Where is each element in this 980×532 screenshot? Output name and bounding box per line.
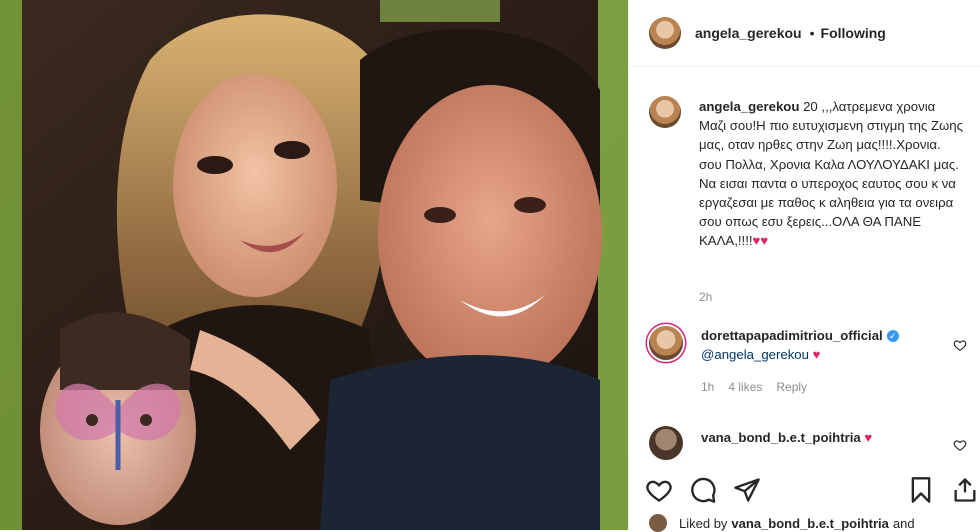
family-photo-image	[0, 0, 628, 530]
caption-body: 20 ,,,λατρεμενα χρονια Μαζι σου!Η πιο ευ…	[699, 99, 963, 249]
separator-dot: •	[809, 25, 815, 41]
liked-by: Liked by vana_bond_b.e.t_poihtria and	[649, 514, 915, 532]
comment-username[interactable]: vana_bond_b.e.t_poihtria	[701, 430, 861, 445]
instagram-post: angela_gerekou • Following angela_gereko…	[0, 0, 980, 532]
post-photo[interactable]	[0, 0, 628, 530]
comment-item: vana_bond_b.e.t_poihtria ♥	[649, 426, 967, 460]
comment-avatar[interactable]	[649, 426, 683, 460]
comment-heart: ♥	[812, 347, 821, 362]
comment-username[interactable]: dorettapapadimitriou_official	[701, 328, 883, 343]
caption-text: angela_gerekou 20 ,,,λατρεμενα χρονια Μα…	[699, 97, 964, 251]
comment-item: dorettapapadimitriou_official ✓ @angela_g…	[649, 326, 967, 397]
comment-icon[interactable]	[689, 476, 717, 504]
caption-avatar[interactable]	[649, 96, 681, 128]
like-icon[interactable]	[953, 338, 967, 352]
share-icon[interactable]	[951, 476, 979, 504]
comment-body: vana_bond_b.e.t_poihtria ♥	[701, 428, 953, 460]
caption-timestamp[interactable]: 2h	[699, 290, 712, 304]
caption-username[interactable]: angela_gerekou	[699, 99, 799, 114]
comment-timestamp[interactable]: 1h	[701, 380, 714, 394]
liked-by-prefix: Liked by	[679, 515, 728, 531]
post-sidebar: angela_gerekou • Following angela_gereko…	[628, 0, 980, 532]
comment-heart: ♥	[864, 430, 873, 445]
following-button[interactable]: Following	[821, 25, 886, 41]
liked-by-user[interactable]: vana_bond_b.e.t_poihtria	[731, 516, 888, 531]
heart-icon[interactable]	[645, 476, 673, 504]
liker-avatar[interactable]	[649, 514, 667, 532]
comment-likes[interactable]: 4 likes	[728, 380, 762, 394]
comment-avatar[interactable]	[649, 326, 683, 360]
comment-meta: 1h 4 likes Reply	[701, 378, 953, 397]
post-header: angela_gerekou • Following	[629, 0, 980, 67]
liked-by-suffix: and	[892, 515, 915, 531]
verified-badge-icon: ✓	[886, 330, 899, 342]
comment-mention[interactable]: @angela_gerekou	[701, 347, 809, 362]
avatar[interactable]	[649, 17, 681, 49]
reply-button[interactable]: Reply	[776, 380, 807, 394]
caption-hearts: ♥♥	[752, 233, 769, 249]
like-icon[interactable]	[953, 438, 967, 452]
comment-body: dorettapapadimitriou_official ✓ @angela_g…	[701, 326, 953, 397]
header-username[interactable]: angela_gerekou	[695, 25, 802, 41]
save-icon[interactable]	[907, 476, 935, 504]
share-icon[interactable]	[733, 476, 761, 504]
caption: angela_gerekou 20 ,,,λατρεμενα χρονια Μα…	[649, 96, 964, 251]
post-actions	[645, 476, 976, 508]
